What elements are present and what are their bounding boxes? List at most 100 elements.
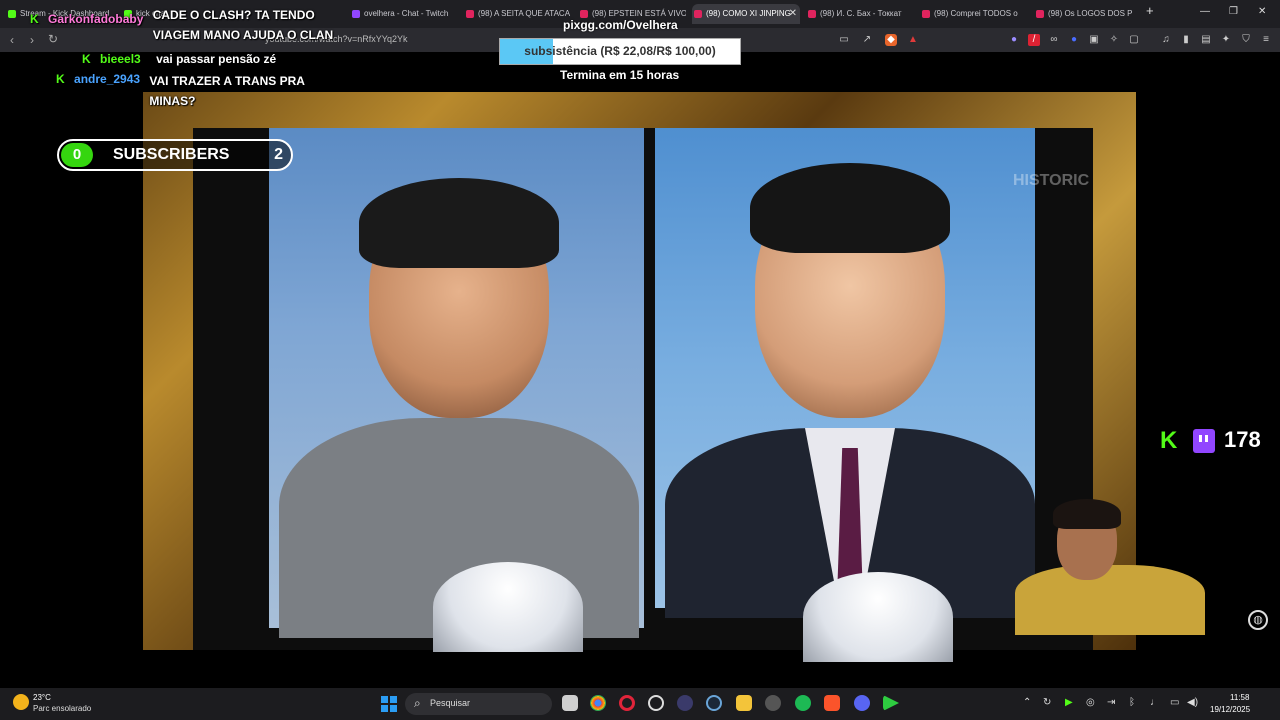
taskbar-search[interactable]: ⌕ Pesquisar [405,693,552,715]
extension-icon[interactable]: ● [1008,34,1020,46]
tab-label: (98) COMO XI JINPING [706,9,791,18]
youtube-icon [694,10,702,18]
bluetooth-icon[interactable]: ᛒ [1129,697,1135,708]
brave-icon[interactable] [824,695,840,711]
kick-icon: K [1160,427,1178,454]
chat-username: andre_2943 [74,72,141,86]
tray-play-icon[interactable]: ▶ [1065,697,1073,708]
microphone-icon[interactable]: ♩ [1150,697,1160,708]
portrait-panel [193,128,1093,650]
chat-message: K andre_2943 VAI TRAZER A TRANS PRA MINA… [56,72,319,111]
tray-sync-icon[interactable]: ↻ [1043,697,1051,708]
maximize-icon[interactable]: ❐ [1229,6,1238,17]
opera-icon[interactable] [619,695,635,711]
menu-icon[interactable]: ≡ [1260,34,1272,46]
wallet-icon[interactable]: ▤ [1200,34,1212,46]
tab-youtube-active[interactable]: (98) COMO XI JINPING ✕ [692,4,800,24]
start-button[interactable] [381,696,397,712]
brave-shield-icon[interactable]: ◆ [885,34,897,46]
search-icon: ⌕ [414,696,421,710]
youtube-icon [1036,10,1044,18]
file-explorer-icon[interactable] [736,695,752,711]
chat-text: vai passar pensão zé [156,52,277,66]
cast-icon[interactable]: ▭ [838,34,850,46]
weather-temperature[interactable]: 23°C [33,693,51,702]
puzzle-icon[interactable]: ✧ [1108,34,1120,46]
tab-label: (98) Comprei TODOS o [934,9,1018,18]
tab-youtube-5[interactable]: (98) Os LOGOS DOS P [1034,4,1138,24]
streamer-webcam [975,495,1215,635]
extension-icon[interactable]: / [1028,34,1040,46]
youtube-icon [466,10,474,18]
volume-icon[interactable]: ◀) [1187,697,1198,708]
app-icon[interactable] [883,695,899,711]
tab-label: (98) Os LOGOS DOS P [1048,9,1133,18]
youtube-icon [922,10,930,18]
spotify-icon[interactable] [795,695,811,711]
back-icon[interactable]: ‹ [10,33,14,47]
subscribers-goal: 2 [274,146,283,163]
screenshot-icon[interactable]: ▢ [1128,34,1140,46]
tab-youtube-4[interactable]: (98) Comprei TODOS o [920,4,1028,24]
tab-label: (98) A SEITA QUE ATACA [478,9,571,18]
task-view-icon[interactable] [562,695,578,711]
tab-label: (98) EPSTEIN ESTÁ VIVO [592,9,686,18]
steam-icon[interactable] [706,695,722,711]
app-icon[interactable] [648,695,664,711]
kick-icon [8,10,16,18]
minimize-icon[interactable]: — [1200,6,1210,17]
donation-goal-bar: subsistência (R$ 22,08/R$ 100,00) [499,38,741,65]
tray-app-icon[interactable]: ◎ [1086,697,1095,708]
hair [359,178,559,268]
weather-description[interactable]: Parc ensolarado [33,704,91,713]
tab-youtube-3[interactable]: (98) И. С. Бах - Токкат [806,4,914,24]
subscribers-label: SUBSCRIBERS [113,146,230,163]
extension-icon[interactable]: ▣ [1088,34,1100,46]
new-tab-button[interactable]: + [1146,3,1154,18]
tab-twitch-chat[interactable]: ovelhera - Chat - Twitch [350,4,458,24]
youtube-icon [580,10,588,18]
chrome-icon[interactable] [590,695,606,711]
share-icon[interactable]: ↗ [861,34,873,46]
chat-text: VAI TRAZER A TRANS PRA MINAS? [149,74,305,108]
viewer-count: 178 [1224,427,1261,452]
tab-label: ovelhera - Chat - Twitch [364,9,449,18]
chat-username: bieeel3 [100,52,141,66]
subscribers-counter: 0 SUBSCRIBERS 2 [57,139,293,171]
network-icon[interactable]: ▭ [1170,697,1179,708]
goal-label: subsistência (R$ 22,08/R$ 100,00) [524,44,716,58]
app-icon[interactable] [765,695,781,711]
goal-deadline: Termina em 15 horas [560,68,680,82]
channel-watermark: HISTORIC [1013,172,1090,189]
porcelain-vase [433,562,583,652]
chat-message: K bieeel3 vai passar pensão zé [82,52,276,66]
extension-icon[interactable]: ● [1068,34,1080,46]
brave-rewards-icon[interactable]: ▲ [907,34,919,46]
portrait-mao [269,128,644,638]
kick-badge-icon: K [56,72,65,86]
vpn-shield-icon[interactable]: ⛉ [1240,34,1252,46]
leo-ai-icon[interactable]: ✦ [1220,34,1232,46]
tray-app-icon[interactable]: ⇥ [1107,697,1115,708]
clock-date[interactable]: 19/12/2025 [1210,705,1250,714]
discord-icon[interactable] [854,695,870,711]
tray-chevron-icon[interactable]: ⌃ [1023,697,1031,708]
porcelain-vase [803,572,953,662]
app-icon[interactable] [677,695,693,711]
hair [750,163,950,253]
chat-text: CADE O CLASH? TA TENDO VIAGEM MANO AJUDA… [152,8,334,42]
webcam-hair [1053,499,1121,529]
music-icon[interactable]: ♫ [1160,34,1172,46]
webcam-shirt [1015,565,1205,635]
tab-youtube-1[interactable]: (98) A SEITA QUE ATACA [464,4,572,24]
close-window-icon[interactable]: ✕ [1258,6,1266,17]
chat-username: Garkonfadobaby [48,12,144,26]
kick-badge-icon: K [30,12,39,26]
close-tab-icon[interactable]: ✕ [789,4,797,24]
sidebar-icon[interactable]: ▮ [1180,34,1192,46]
youtube-icon [808,10,816,18]
weather-sun-icon[interactable] [13,694,29,710]
extension-icon[interactable]: ∞ [1048,34,1060,46]
clock-time[interactable]: 11:58 [1230,693,1249,702]
twitch-icon [1193,429,1215,453]
